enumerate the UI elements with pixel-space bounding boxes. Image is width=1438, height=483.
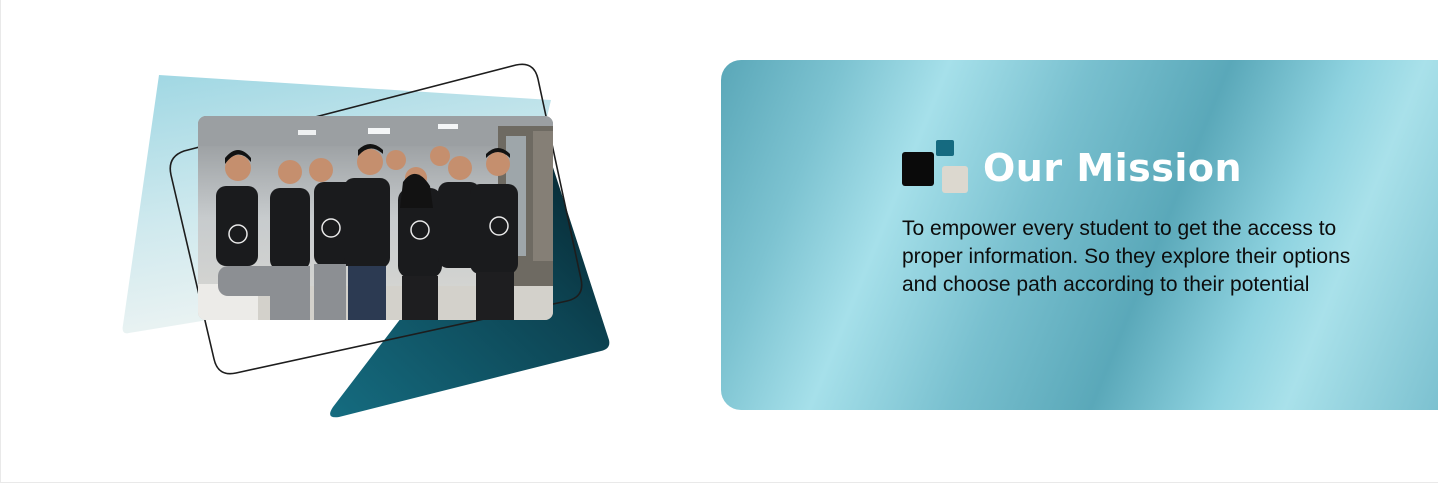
mission-squares-icon xyxy=(902,140,968,196)
team-illustration xyxy=(111,55,631,435)
team-photo xyxy=(198,116,553,320)
teal-square-shape xyxy=(936,140,954,156)
team-photo-image xyxy=(198,116,553,320)
mission-title: Our Mission xyxy=(983,146,1243,190)
mission-statement: To empower every student to get the acce… xyxy=(902,217,1351,296)
mission-card: Our Mission To empower every student to … xyxy=(721,60,1438,410)
black-square-shape xyxy=(902,152,934,186)
beige-square-shape xyxy=(942,166,968,193)
page: Our Mission To empower every student to … xyxy=(0,0,1438,483)
